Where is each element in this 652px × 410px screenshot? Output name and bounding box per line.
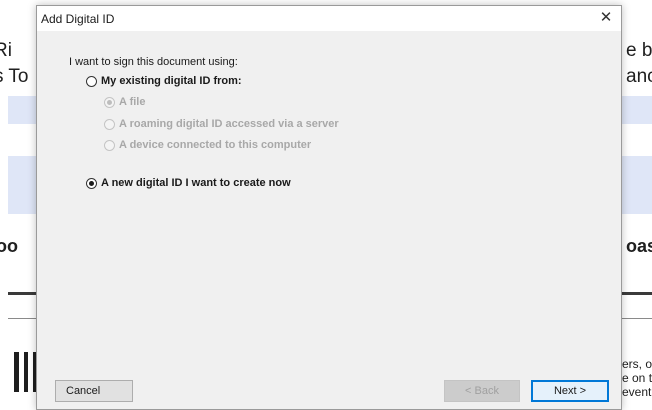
back-button[interactable]: < Back [444,380,520,402]
option-file-label: A file [119,96,146,108]
bg-highlight-band [622,96,652,124]
dialog-content: I want to sign this document using: My e… [37,31,621,409]
option-existing-id[interactable]: My existing digital ID from: [86,75,242,87]
option-existing-id-label: My existing digital ID from: [101,75,242,87]
next-button[interactable]: Next > [531,380,609,402]
dialog-titlebar: Add Digital ID ✕ [37,6,621,31]
bg-text-fragment: s To [0,66,29,87]
bg-rule [8,318,38,319]
option-new-id-label: A new digital ID I want to create now [101,177,291,189]
add-digital-id-dialog: Add Digital ID ✕ I want to sign this doc… [36,5,622,410]
bg-logo-icon [14,352,38,392]
radio-file[interactable] [104,96,115,108]
radio-existing-id[interactable] [86,75,97,87]
bg-text-fragment: oo [0,236,18,256]
radio-roaming[interactable] [104,118,115,130]
bg-text-fragment: ers, o [622,357,652,371]
bg-highlight-band [8,156,38,214]
bg-rule [8,292,38,295]
option-file[interactable]: A file [104,96,146,108]
bg-rule [622,292,652,295]
cancel-button[interactable]: Cancel [55,380,133,402]
bg-text-fragment: oas [626,236,652,256]
bg-highlight-band [8,96,38,124]
bg-text-fragment: ance [626,66,652,87]
option-device[interactable]: A device connected to this computer [104,139,311,151]
bg-highlight-band [622,156,652,214]
bg-text-fragment: e bo [626,40,652,61]
bg-text-fragment: event [622,385,652,399]
option-roaming[interactable]: A roaming digital ID accessed via a serv… [104,118,339,130]
bg-text-fragment: e on th [622,371,652,385]
bg-rule [622,318,652,319]
option-new-id[interactable]: A new digital ID I want to create now [86,177,291,189]
radio-device[interactable] [104,139,115,151]
radio-new-id[interactable] [86,177,97,189]
bg-text-fragment: Ri [0,40,12,61]
dialog-title: Add Digital ID [41,11,115,26]
close-icon[interactable]: ✕ [597,9,615,27]
option-roaming-label: A roaming digital ID accessed via a serv… [119,118,339,130]
prompt-text: I want to sign this document using: [69,56,238,68]
option-device-label: A device connected to this computer [119,139,312,151]
